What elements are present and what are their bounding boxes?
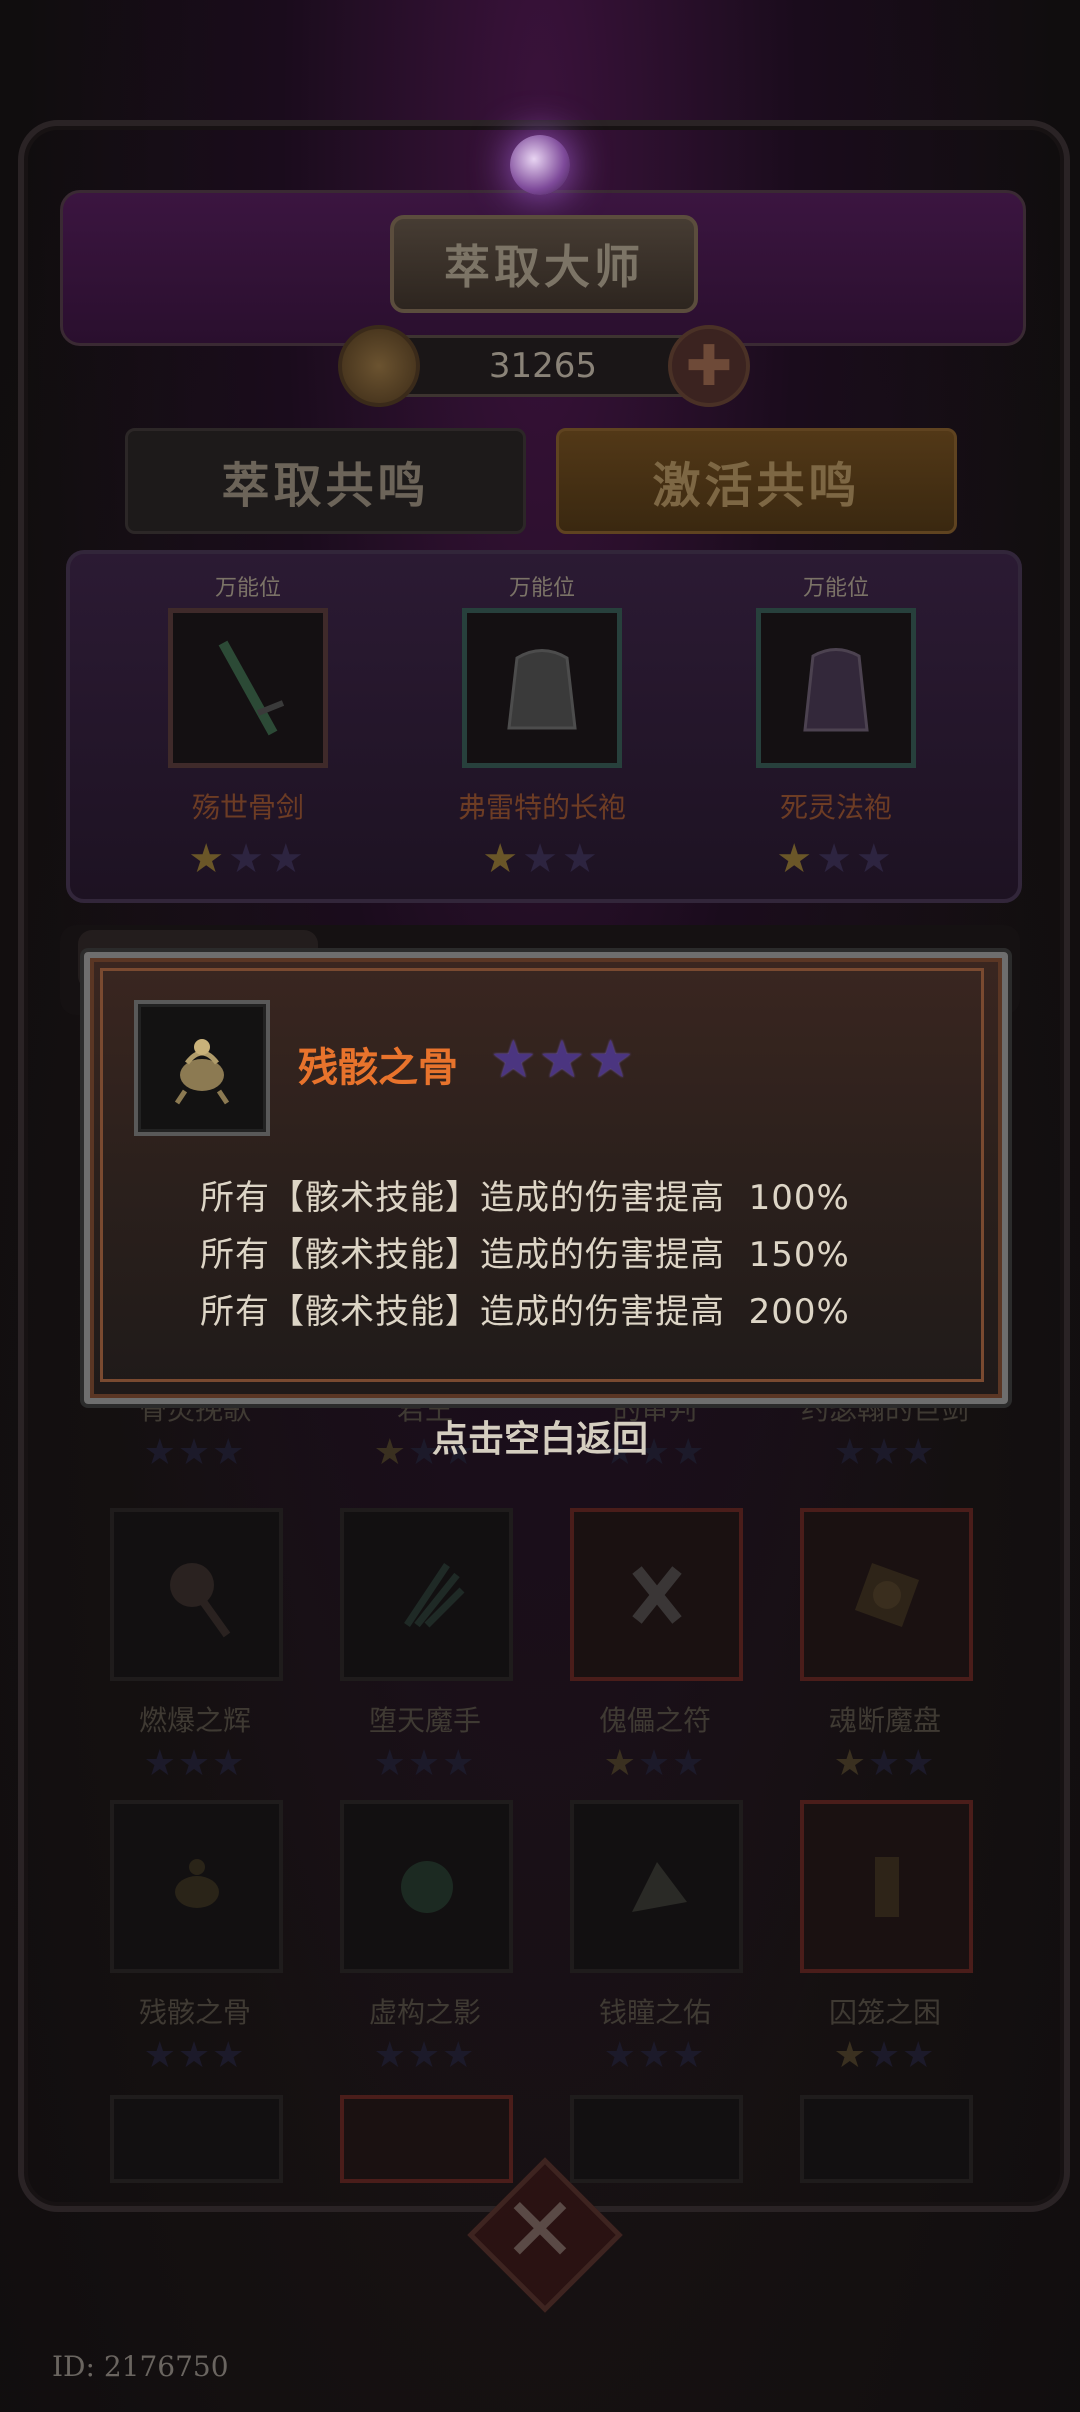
item-stars: ★★★ — [833, 2035, 937, 2076]
tooltip-effect-line: 所有【骸术技能】造成的伤害提高 100% — [200, 1178, 850, 1218]
slot-icon-box — [168, 608, 328, 768]
item-icon-box — [570, 1508, 743, 1681]
tab-activate-resonance[interactable]: 激活共鸣 — [556, 428, 957, 534]
item-icon-box — [340, 1508, 513, 1681]
item-icon-box — [800, 1800, 973, 1973]
item-name: 残骸之骨 — [138, 1996, 251, 2029]
item-icon-box — [110, 1508, 283, 1681]
item-stars: ★★★ — [143, 1743, 247, 1784]
slot-tag: 万能位 — [508, 576, 575, 601]
item-name: 魂断魔盘 — [828, 1704, 941, 1737]
close-icon: ✕ — [502, 2177, 578, 2283]
item-stars: ★★★ — [833, 1743, 937, 1784]
slot-icon-box — [462, 608, 622, 768]
tooltip-stars: ★★★ — [490, 1030, 636, 1090]
item-card[interactable]: 虚构之影 ★★★ — [340, 1800, 513, 2076]
item-card-partial[interactable] — [110, 2095, 283, 2183]
cage-icon — [874, 1856, 899, 1917]
slot-stars: ★★★ — [188, 836, 308, 882]
item-icon-box — [340, 1800, 513, 1973]
tooltip-effect-line: 所有【骸术技能】造成的伤害提高 150% — [200, 1235, 850, 1275]
item-card[interactable]: 魂断魔盘 ★★★ — [800, 1508, 973, 1784]
player-id: ID: 2176750 — [52, 2350, 229, 2383]
item-card[interactable]: 堕天魔手 ★★★ — [340, 1508, 513, 1784]
resonance-slot[interactable]: 万能位 殇世骨剑 ★★★ — [148, 570, 348, 882]
item-card[interactable]: 钱瞳之佑 ★★★ — [570, 1800, 743, 2076]
item-stars: ★★★ — [373, 1743, 477, 1784]
coin-icon — [338, 325, 420, 407]
item-name: 囚笼之困 — [828, 1996, 941, 2029]
item-name: 虚构之影 — [368, 1996, 481, 2029]
eye-triangle-icon — [631, 1861, 687, 1912]
resonance-slot[interactable]: 万能位 弗雷特的长袍 ★★★ — [442, 570, 642, 882]
robe-icon — [803, 648, 869, 732]
slot-stars: ★★★ — [776, 836, 896, 882]
item-name: 傀儡之符 — [598, 1704, 711, 1737]
disc-icon — [854, 1562, 919, 1627]
slot-name: 死灵法袍 — [779, 791, 892, 824]
item-card-partial[interactable] — [800, 2095, 973, 2183]
bone-sword-icon — [218, 640, 285, 736]
item-stars: ★★★ — [373, 2035, 477, 2076]
tooltip-effect-line: 所有【骸术技能】造成的伤害提高 200% — [200, 1292, 850, 1332]
item-card[interactable]: 残骸之骨 ★★★ — [110, 1800, 283, 2076]
item-stars: ★★★ — [603, 1743, 707, 1784]
tab-extract-resonance[interactable]: 萃取共鸣 — [125, 428, 526, 534]
item-stars: ★★★ — [143, 2035, 247, 2076]
tap-to-return-hint[interactable]: 点击空白返回 — [0, 1410, 1080, 1462]
item-icon-box — [110, 1800, 283, 1973]
item-card[interactable]: 囚笼之困 ★★★ — [800, 1800, 973, 2076]
item-stars: ★★★ — [603, 2035, 707, 2076]
orb-icon — [510, 135, 570, 195]
slot-stars: ★★★ — [482, 836, 602, 882]
slot-icon-box — [756, 608, 916, 768]
resonance-slot[interactable]: 万能位 死灵法袍 ★★★ — [736, 570, 936, 882]
item-card[interactable]: 傀儡之符 ★★★ — [570, 1508, 743, 1784]
item-card-partial[interactable] — [570, 2095, 743, 2183]
tooltip-title: 残骸之骨 — [298, 1044, 458, 1091]
page-title: 萃取大师 — [390, 215, 698, 313]
item-icon-box — [570, 1800, 743, 1973]
slot-tag: 万能位 — [802, 576, 869, 601]
item-card[interactable]: 燃爆之辉 ★★★ — [110, 1508, 283, 1784]
item-icon-box — [800, 1508, 973, 1681]
claw-icon — [403, 1562, 464, 1627]
torch-icon — [169, 1562, 230, 1637]
shadow-orb-icon — [400, 1860, 453, 1913]
robe-icon — [507, 649, 577, 730]
slot-name: 殇世骨剑 — [191, 791, 304, 824]
bone-relic-icon — [174, 1039, 230, 1105]
bone-relic-icon — [174, 1858, 219, 1908]
item-name: 堕天魔手 — [368, 1704, 481, 1737]
slot-name: 弗雷特的长袍 — [457, 791, 626, 824]
ankh-icon — [631, 1565, 682, 1624]
item-name: 燃爆之辉 — [138, 1704, 251, 1737]
plus-icon[interactable]: ✚ — [668, 325, 750, 407]
slot-tag: 万能位 — [214, 576, 281, 601]
tooltip-item-icon — [134, 1000, 270, 1136]
item-name: 钱瞳之佑 — [598, 1996, 711, 2029]
item-card-partial[interactable] — [340, 2095, 513, 2183]
